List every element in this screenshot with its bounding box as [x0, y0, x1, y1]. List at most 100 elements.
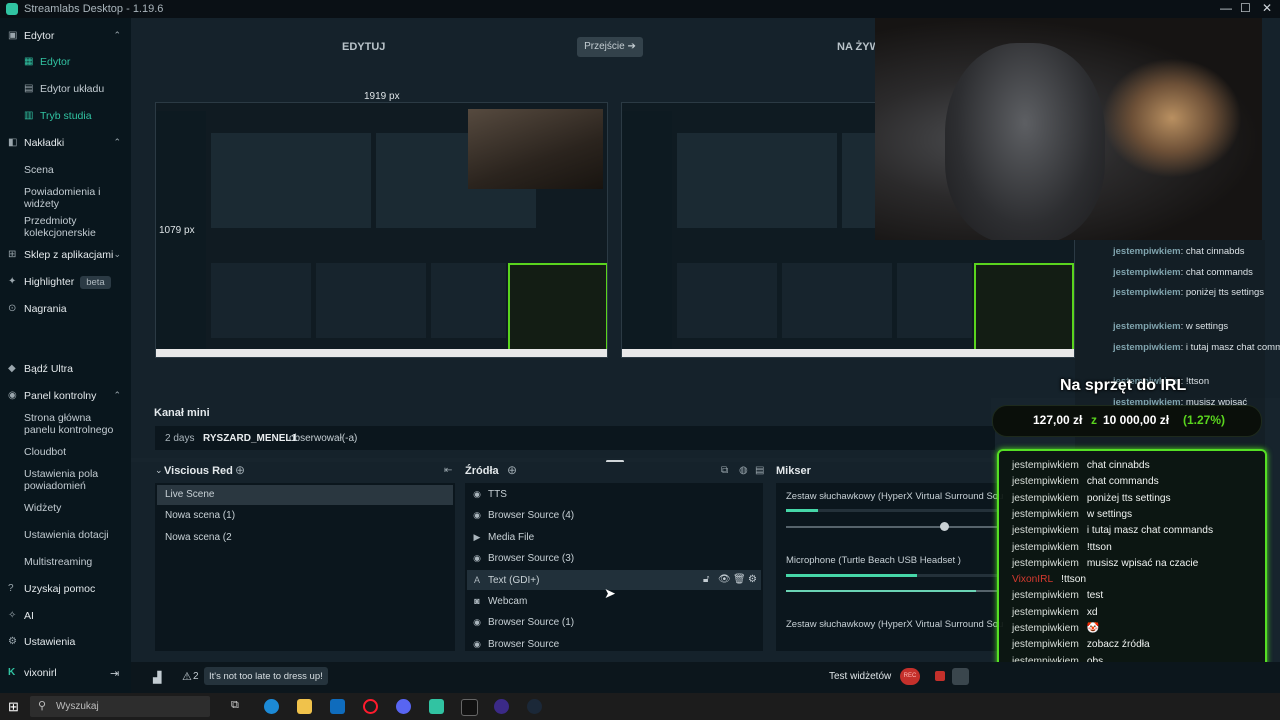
sidebar-item-dashboard-home[interactable]: Strona główna panelu kontrolnego [24, 412, 119, 436]
group-icon[interactable]: ⧉ [721, 465, 728, 476]
sidebar-item-cloudbot[interactable]: Cloudbot [24, 446, 66, 458]
promo-banner[interactable]: It's not too late to dress up! [204, 667, 328, 685]
mixer-title: Mikser [776, 465, 811, 477]
text-icon: A [473, 575, 480, 585]
sidebar-item-editor[interactable]: ▦ Edytor [24, 56, 70, 68]
gear-icon: ⚙ [8, 636, 17, 647]
chevron-down-icon[interactable]: ⌄ [113, 249, 121, 260]
folder-icon[interactable]: ▤ [755, 465, 764, 476]
sidebar-item-recordings[interactable]: ⊙ Nagrania [8, 303, 67, 315]
sidebar-item-alerts-widgets[interactable]: Powiadomienia i widżety [24, 186, 104, 210]
sidebar-item-tip-settings[interactable]: Ustawienia dotacji [24, 529, 109, 541]
alert-count: 2 [193, 671, 199, 682]
chat-box-message: jestempiwkiem zobacz źródła [1012, 639, 1150, 650]
opera-icon[interactable] [363, 699, 378, 714]
window-title: Streamlabs Desktop - 1.19.6 [24, 3, 164, 15]
streamlabs-icon[interactable] [429, 699, 444, 714]
event-time: 2 days [165, 433, 195, 444]
maximize-icon[interactable]: ☐ [1240, 1, 1251, 15]
replay-buffer-icon[interactable] [952, 668, 969, 685]
sidebar-group-dashboard[interactable]: ◉ Panel kontrolny [8, 390, 96, 402]
goal-target: 10 000,00 zł [1103, 413, 1170, 427]
edge-icon[interactable] [264, 699, 279, 714]
sidebar-group-editor[interactable]: ▣ Edytor [8, 30, 54, 42]
sidebar-item-studio-mode[interactable]: ▥ Tryb studia [24, 110, 92, 122]
obs-icon[interactable] [494, 699, 509, 714]
source-item[interactable]: ◉ TTS [472, 489, 507, 500]
mixer-channel-name: Zestaw słuchawkowy (HyperX Virtual Surro… [786, 619, 1004, 630]
sidebar-user[interactable]: Kvixonirl [8, 667, 57, 679]
scene-item[interactable]: Nowa scena (2 [165, 532, 232, 543]
gear-icon[interactable]: ⚙ [748, 574, 757, 585]
scene-item[interactable]: Nowa scena (1) [165, 510, 235, 521]
edit-preview[interactable] [155, 102, 608, 358]
steam-icon[interactable] [527, 699, 542, 714]
sidebar-item-highlighter[interactable]: ✦ Highlighter beta [8, 276, 111, 289]
chevron-up-icon[interactable]: ⌃ [113, 390, 121, 401]
rec-button[interactable]: REC [900, 668, 920, 685]
trash-icon[interactable]: 🗑︎ [733, 574, 746, 585]
chat-box-username: jestempiwkiem [1012, 492, 1079, 504]
sidebar-item-alert-settings[interactable]: Ustawienia pola powiadomień [24, 468, 109, 492]
source-item[interactable]: ◙ Webcam [472, 596, 527, 607]
eye-icon[interactable]: 👁︎ [718, 574, 731, 585]
test-widgets-button[interactable]: Test widżetów [829, 671, 891, 682]
alert-icon[interactable]: ⚠ [182, 670, 192, 683]
source-item[interactable]: ◉ Browser Source [472, 639, 559, 650]
chat-box-username: jestempiwkiem [1012, 541, 1079, 553]
windows-start-icon[interactable]: ⊞ [8, 699, 19, 715]
globe-icon: ◉ [473, 639, 481, 649]
task-view-icon[interactable]: ⧉ [231, 699, 239, 712]
close-icon[interactable]: ✕ [1262, 1, 1272, 15]
add-source-icon[interactable]: ⊕ [507, 463, 517, 477]
chat-box-message: jestempiwkiem i tutaj masz chat commands [1012, 525, 1213, 536]
goal-percent: (1.27%) [1183, 413, 1226, 427]
source-item[interactable]: ◉ Browser Source (1) [472, 617, 574, 628]
stop-icon[interactable] [935, 671, 945, 681]
sidebar-item-multistreaming[interactable]: Multistreaming [24, 556, 92, 568]
source-item[interactable]: ◉ Browser Source (4) [472, 510, 574, 521]
globe-icon: ◉ [473, 617, 481, 627]
chat-box-text: chat cinnabds [1086, 460, 1150, 471]
chat-box-text: musisz wpisać na czacie [1086, 557, 1199, 569]
search-icon: ⚲ [38, 700, 47, 712]
filter-icon[interactable]: ◍ [739, 465, 748, 476]
scene-collection-name[interactable]: Viscious Red [164, 465, 233, 477]
chevron-down-icon[interactable]: ⌄ [155, 465, 163, 476]
source-item[interactable]: A Text (GDI+) [472, 575, 539, 586]
sidebar-item-collectibles[interactable]: Przedmioty kolekcjonerskie [24, 215, 104, 239]
transition-button[interactable]: Przejście ➔ [577, 37, 643, 57]
sidebar-item-settings[interactable]: ⚙ Ustawienia [8, 636, 75, 648]
chevron-up-icon[interactable]: ⌃ [113, 30, 121, 41]
collapse-icon[interactable]: ⇤ [444, 465, 452, 476]
stats-icon[interactable]: ▟ [153, 671, 161, 684]
event-user[interactable]: RYSZARD_MENEL1 [203, 433, 297, 444]
minimize-icon[interactable]: — [1220, 1, 1232, 15]
sidebar-item-app-store[interactable]: ⊞ Sklep z aplikacjami [8, 249, 113, 261]
file-explorer-icon[interactable] [297, 699, 312, 714]
chevron-up-icon[interactable]: ⌃ [113, 137, 121, 148]
outlook-icon[interactable] [330, 699, 345, 714]
sidebar-group-overlays[interactable]: ◧ Nakładki [8, 137, 64, 149]
mouse-cursor-icon: ➤ [604, 585, 616, 601]
logout-icon[interactable]: ⇥ [110, 667, 119, 680]
chat-box-message: jestempiwkiem 🤡 [1012, 623, 1100, 634]
discord-icon[interactable] [396, 699, 411, 714]
source-item[interactable]: ▶ Media File [472, 532, 535, 543]
taskbar-search[interactable]: ⚲ Wyszukaj [30, 696, 210, 717]
source-item[interactable]: ◉ Browser Source (3) [472, 553, 574, 564]
add-scene-icon[interactable]: ⊕ [235, 463, 245, 477]
sidebar-item-help[interactable]: ? Uzyskaj pomoc [8, 583, 95, 595]
capcut-icon[interactable] [461, 699, 478, 716]
dashboard-icon: ◉ [8, 390, 17, 401]
sidebar-item-widgets[interactable]: Widżety [24, 502, 61, 514]
sidebar-item-scene[interactable]: Scena [24, 164, 54, 176]
scene-item[interactable]: Live Scene [165, 489, 214, 500]
store-icon: ⊞ [8, 249, 17, 260]
goal-bar: 127,00 zł z 10 000,00 zł (1.27%) [992, 405, 1262, 437]
sidebar-item-ultra[interactable]: ◆ Bądź Ultra [8, 363, 73, 375]
lock-icon[interactable]: 🔓︎ [703, 574, 709, 585]
chat-box-message: jestempiwkiem chat cinnabds [1012, 460, 1150, 471]
sidebar-item-layout-editor[interactable]: ▤ Edytor układu [24, 83, 104, 95]
sidebar-item-ai[interactable]: ✧ AI [8, 610, 34, 622]
